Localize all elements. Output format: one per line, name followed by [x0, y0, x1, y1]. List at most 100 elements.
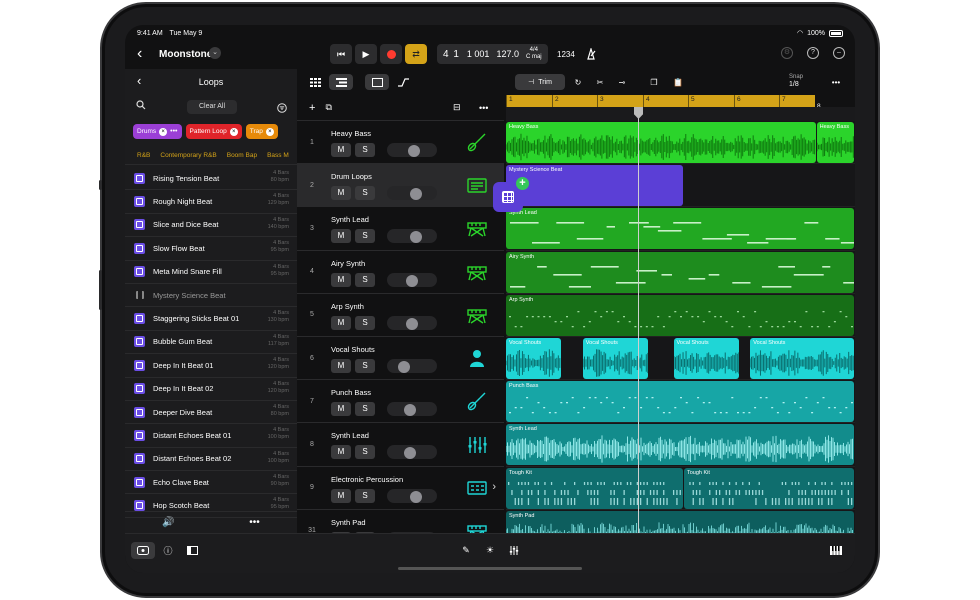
play-button[interactable]: ▶ [355, 44, 377, 64]
chevron-right-icon[interactable]: › [492, 481, 496, 493]
subcategory-tag[interactable]: Bass M [267, 152, 289, 159]
project-title[interactable]: Moonstone [159, 49, 212, 60]
track-name[interactable]: Synth Pad [331, 518, 366, 527]
track-name[interactable]: Airy Synth [331, 259, 365, 268]
tracks-area[interactable]: Heavy Bass Heavy Bass Mystery Science Beat… [506, 121, 855, 533]
track-name[interactable]: Heavy Bass [331, 129, 371, 138]
more-options-icon[interactable]: ••• [827, 74, 845, 90]
more-options-icon[interactable]: ••• [479, 103, 488, 113]
search-icon[interactable] [136, 100, 146, 113]
loop-item[interactable]: Rough Night Beat 4 Bars 129 bpm [125, 190, 297, 214]
loop-item[interactable]: Deep In It Beat 02 4 Bars 120 bpm [125, 378, 297, 401]
mixer-icon[interactable] [465, 432, 489, 456]
paste-icon[interactable]: 📋 [669, 74, 687, 90]
mute-button[interactable]: M [331, 488, 351, 503]
subcategory-tag[interactable]: Boom Bap [227, 152, 257, 159]
volume-knob[interactable] [410, 188, 422, 201]
track-header[interactable]: 4 Airy Synth M S [297, 251, 504, 294]
solo-button[interactable]: S [355, 402, 375, 417]
volume-knob[interactable] [410, 490, 422, 503]
volume-slider[interactable] [387, 445, 437, 460]
volume-slider[interactable] [387, 488, 437, 503]
keyboard-icon[interactable] [465, 303, 489, 327]
track-header[interactable]: 8 Synth Lead M S [297, 423, 504, 467]
region-view-icon[interactable] [365, 74, 389, 90]
record-button[interactable] [380, 44, 402, 64]
volume-slider[interactable] [387, 272, 437, 287]
volume-knob[interactable] [398, 360, 410, 373]
back-chevron-icon[interactable]: ‹ [137, 45, 142, 63]
vocalist-icon[interactable] [465, 346, 489, 370]
volume-knob[interactable] [410, 231, 422, 244]
lcd-display[interactable]: 4 1 1 001 127.0 4/4 C maj [437, 44, 548, 64]
track-settings-icon[interactable]: ⊟ [453, 102, 461, 113]
loop-item[interactable]: Deep In It Beat 01 4 Bars 120 bpm [125, 354, 297, 378]
snap-setting[interactable]: Snap 1/8 [789, 73, 803, 89]
volume-slider[interactable] [387, 315, 437, 330]
chevron-down-icon[interactable]: ⌄ [209, 47, 221, 59]
settings-icon[interactable]: ⚙ [781, 47, 793, 59]
plugins-icon[interactable]: ☀ [483, 542, 497, 559]
solo-button[interactable]: S [355, 358, 375, 373]
preview-volume-icon[interactable]: 🔊 [162, 517, 174, 528]
region[interactable]: Vocal Shouts [506, 338, 561, 379]
solo-button[interactable]: S [355, 488, 375, 503]
volume-slider[interactable] [387, 358, 437, 373]
track-header[interactable]: 3 Synth Lead M S [297, 207, 504, 251]
more-options-icon[interactable]: – [833, 47, 845, 59]
remove-tag-icon[interactable]: × [265, 127, 274, 136]
track-name[interactable]: Synth Lead [331, 431, 369, 440]
region[interactable]: Mystery Science Beat [506, 165, 683, 207]
help-icon[interactable]: ? [807, 47, 819, 59]
remove-tag-icon[interactable]: × [229, 127, 238, 136]
browser-toggle-icon[interactable] [131, 542, 155, 559]
loop-item[interactable]: Slow Flow Beat 4 Bars 95 bpm [125, 237, 297, 261]
volume-slider[interactable] [387, 186, 437, 201]
loop-item[interactable]: Rising Tension Beat 4 Bars 80 bpm [125, 167, 297, 191]
cycle-button[interactable]: ⇄ [405, 44, 427, 64]
beat-pad-icon[interactable] [465, 476, 489, 500]
track-header[interactable]: 7 Punch Bass M S [297, 380, 504, 424]
piano-keyboard-icon[interactable] [829, 542, 843, 559]
track-name[interactable]: Synth Lead [331, 215, 369, 224]
clear-all-button[interactable]: Clear All [187, 100, 237, 114]
go-to-beginning-button[interactable]: ⏮ [330, 44, 352, 64]
tracks-view-icon[interactable] [329, 74, 353, 90]
copy-icon[interactable]: ❐ [645, 74, 663, 90]
count-in-button[interactable]: 1234 [557, 50, 575, 59]
keyboard-icon[interactable] [465, 519, 489, 533]
more-options-icon[interactable]: ••• [249, 517, 260, 528]
bass-guitar-icon[interactable] [465, 389, 489, 413]
track-header[interactable]: 1 Heavy Bass M S [297, 121, 504, 165]
loop-item[interactable]: Echo Clave Beat 4 Bars 90 bpm [125, 471, 297, 495]
duplicate-track-icon[interactable]: ⧉ [325, 102, 331, 113]
region[interactable]: Synth Lead [506, 424, 854, 466]
loop-item[interactable]: Distant Echoes Beat 01 4 Bars 100 bpm [125, 424, 297, 448]
region[interactable]: Airy Synth [506, 251, 854, 293]
loop-item[interactable]: Mystery Science Beat [125, 284, 297, 308]
mixer-icon[interactable] [507, 542, 521, 559]
loop-tool-icon[interactable]: ↻ [569, 74, 587, 90]
mute-button[interactable]: M [331, 445, 351, 460]
loop-item[interactable]: Meta Mind Snare Fill 4 Bars 95 bpm [125, 261, 297, 284]
mute-button[interactable]: M [331, 143, 351, 157]
loop-item[interactable]: Bubble Gum Beat 4 Bars 117 bpm [125, 331, 297, 355]
volume-knob[interactable] [406, 317, 418, 330]
track-name[interactable]: Vocal Shouts [331, 345, 375, 354]
volume-knob[interactable] [404, 447, 416, 460]
track-name[interactable]: Drum Loops [331, 172, 372, 181]
region[interactable]: Tough Kit [506, 467, 683, 509]
track-header[interactable]: 6 Vocal Shouts M S [297, 337, 504, 381]
add-track-icon[interactable]: + [309, 102, 315, 114]
mute-button[interactable]: M [331, 229, 351, 244]
region[interactable]: Tough Kit [683, 467, 854, 509]
solo-button[interactable]: S [355, 272, 375, 287]
mute-button[interactable]: M [331, 358, 351, 373]
pencil-icon[interactable]: ✎ [459, 542, 473, 559]
subcategory-tag[interactable]: Contemporary R&B [160, 152, 216, 159]
join-icon[interactable]: ⊸ [613, 74, 631, 90]
timeline-ruler[interactable]: 1 2 3 4 5 6 7 8 [506, 95, 855, 110]
keyboard-icon[interactable] [465, 260, 489, 284]
more-icon[interactable]: ••• [170, 128, 177, 135]
region[interactable]: Heavy Bass [506, 122, 816, 163]
